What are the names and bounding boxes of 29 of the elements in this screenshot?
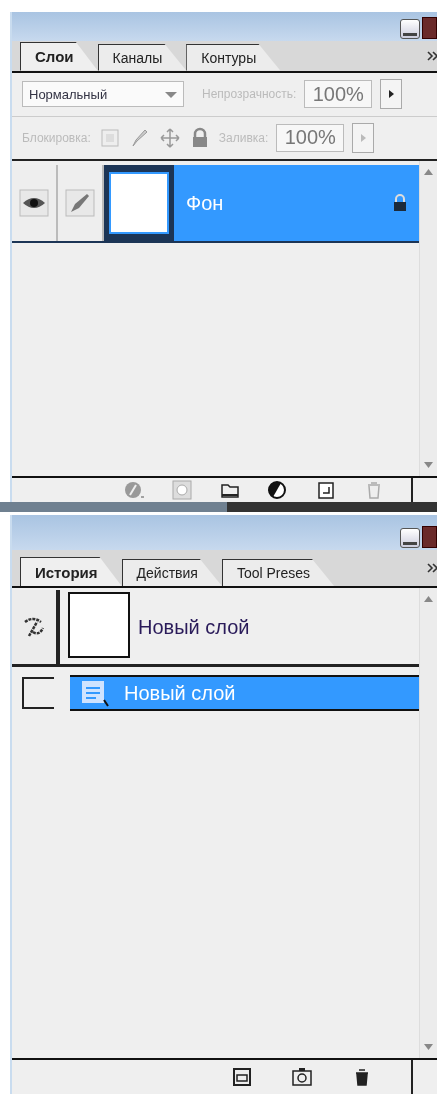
brush-icon[interactable] bbox=[65, 189, 95, 218]
scroll-up-icon[interactable] bbox=[424, 169, 433, 176]
panel-tab[interactable]: Слои bbox=[20, 41, 98, 71]
dropdown-arrow-icon bbox=[165, 90, 177, 99]
scroll-down-icon[interactable] bbox=[424, 461, 433, 468]
panel-tab[interactable]: История bbox=[20, 557, 122, 586]
scroll-down-icon[interactable] bbox=[424, 1044, 433, 1050]
fill-slider-button[interactable] bbox=[352, 122, 375, 153]
close-button[interactable] bbox=[422, 17, 437, 40]
adjustment-layer-icon[interactable] bbox=[267, 478, 289, 501]
camera-icon[interactable] bbox=[291, 1066, 313, 1088]
panel-menu-icon[interactable] bbox=[427, 563, 437, 573]
panel-menu-icon[interactable] bbox=[427, 50, 437, 61]
blend-mode-dropdown[interactable]: Нормальный bbox=[22, 81, 184, 108]
eye-icon[interactable] bbox=[19, 189, 49, 218]
minimize-button[interactable] bbox=[400, 19, 420, 40]
new-document-icon[interactable] bbox=[231, 1066, 253, 1088]
panel-tab[interactable]: Каналы bbox=[97, 43, 187, 71]
panel-tab[interactable]: Действия bbox=[121, 559, 222, 586]
snapshot-thumbnail bbox=[68, 592, 130, 658]
scroll-up-icon[interactable] bbox=[424, 596, 433, 602]
snapshot-name[interactable]: Новый слой bbox=[138, 615, 250, 639]
panel-tab[interactable]: Контуры bbox=[186, 43, 281, 71]
layer-thumbnail bbox=[109, 172, 169, 235]
opacity-slider-button[interactable] bbox=[380, 79, 403, 110]
splitter-bar[interactable] bbox=[0, 502, 437, 515]
panel-tab[interactable]: Tool Preses bbox=[221, 559, 335, 586]
history-source-checkbox[interactable] bbox=[22, 677, 54, 709]
minimize-button[interactable] bbox=[400, 528, 420, 548]
